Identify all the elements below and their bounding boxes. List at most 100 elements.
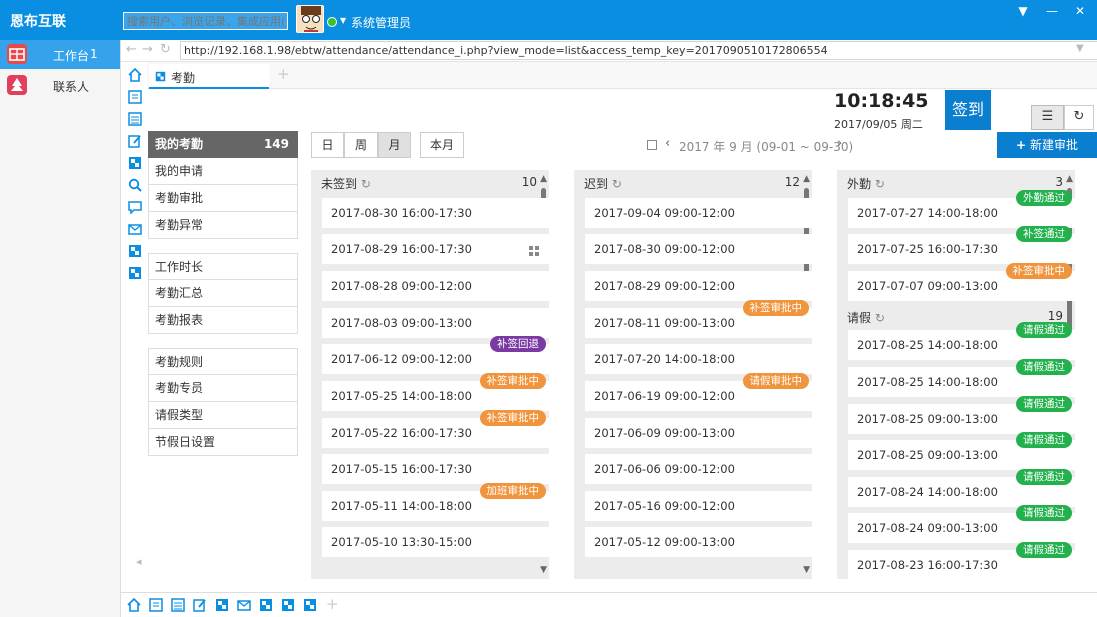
reload-icon[interactable]: ↻ <box>160 42 171 57</box>
period-checkbox[interactable] <box>647 140 657 150</box>
record-card[interactable]: 2017-07-07 09:00-13:00 补签审批中 <box>848 263 1075 301</box>
url-dropdown-icon[interactable]: ▼ <box>1076 43 1084 54</box>
tab-attendance[interactable]: 考勤 <box>149 64 269 89</box>
app-grid-icon[interactable] <box>128 266 142 280</box>
record-card[interactable]: 2017-08-24 09:00-13:00 请假通过 <box>848 505 1075 543</box>
nav-item-label: 联系人 <box>53 80 90 94</box>
status-badge: 补签审批中 <box>1005 263 1072 279</box>
list-icon[interactable] <box>128 112 142 126</box>
chat-icon[interactable] <box>128 200 142 214</box>
scroll-down-icon[interactable]: ▼ <box>540 565 547 575</box>
record-card[interactable]: 2017-08-25 09:00-13:00 请假通过 <box>848 396 1075 434</box>
mail-icon[interactable] <box>237 598 251 612</box>
submenu-my-attendance[interactable]: 我的考勤 149 <box>148 131 298 158</box>
list-icon[interactable] <box>171 598 185 612</box>
record-card[interactable]: 2017-07-25 16:00-17:30 补签通过 <box>848 226 1075 264</box>
nav-item-contacts[interactable]: 联系人 <box>0 71 120 100</box>
record-card[interactable]: 2017-05-16 09:00-12:00 <box>585 491 812 521</box>
list-view-icon[interactable]: ☰ <box>1031 105 1064 130</box>
submenu-holidays[interactable]: 节假日设置 <box>148 429 298 456</box>
record-card[interactable]: 2017-07-27 14:00-18:00 外勤通过 <box>848 190 1075 228</box>
record-card[interactable]: 2017-06-12 09:00-12:00 补签回退 <box>322 336 549 374</box>
record-card[interactable]: 2017-05-11 14:00-18:00 加班审批中 <box>322 483 549 521</box>
app-grid-icon[interactable] <box>128 244 142 258</box>
submenu-my-requests[interactable]: 我的申请 <box>148 158 298 185</box>
record-card[interactable]: 2017-08-25 14:00-18:00 请假通过 <box>848 322 1075 360</box>
record-card[interactable]: 2017-08-30 09:00-12:00 <box>585 234 812 264</box>
mail-icon[interactable] <box>128 222 142 236</box>
document-icon[interactable] <box>128 90 142 104</box>
nav-item-workbench[interactable]: 工作台 1 <box>0 40 120 69</box>
address-bar: ← → ↻ http://192.168.1.98/ebtw/attendanc… <box>121 40 1097 62</box>
app-grid-icon[interactable] <box>281 598 295 612</box>
app-grid-icon[interactable] <box>259 598 273 612</box>
submenu-approvals[interactable]: 考勤审批 <box>148 185 298 212</box>
app-grid-icon[interactable] <box>128 156 142 170</box>
status-badge: 请假通过 <box>1016 396 1072 412</box>
global-search-input[interactable] <box>123 12 288 30</box>
grid-icon[interactable] <box>529 246 539 256</box>
record-card[interactable]: 2017-08-28 09:00-12:00 <box>322 271 549 301</box>
scroll-up-icon[interactable]: ▲ <box>540 174 547 184</box>
record-card[interactable]: 2017-05-12 09:00-13:00 <box>585 527 812 557</box>
submenu-specialist[interactable]: 考勤专员 <box>148 375 298 402</box>
record-card[interactable]: 2017-08-24 14:00-18:00 请假通过 <box>848 469 1075 507</box>
month-view-button[interactable]: 月 <box>378 132 411 158</box>
document-icon[interactable] <box>149 598 163 612</box>
app-grid-icon[interactable] <box>215 598 229 612</box>
prev-period-icon[interactable]: ‹ <box>665 136 670 151</box>
window-menu-icon[interactable]: ▼ <box>1013 3 1033 19</box>
scroll-up-icon[interactable]: ▲ <box>803 174 810 184</box>
submenu-exceptions[interactable]: 考勤异常 <box>148 212 298 239</box>
submenu-report[interactable]: 考勤报表 <box>148 307 298 334</box>
record-card[interactable]: 2017-05-10 13:30-15:00 <box>322 527 549 557</box>
new-approval-button[interactable]: + 新建审批 <box>997 132 1097 158</box>
add-app-button[interactable]: + <box>326 595 339 613</box>
record-card[interactable]: 2017-08-25 14:00-18:00 请假通过 <box>848 359 1075 397</box>
back-icon[interactable]: ← <box>126 42 137 57</box>
record-card[interactable]: 2017-08-25 09:00-13:00 请假通过 <box>848 432 1075 470</box>
record-card[interactable]: 2017-05-25 14:00-18:00 补签审批中 <box>322 373 549 411</box>
this-month-button[interactable]: 本月 <box>420 132 464 158</box>
record-card[interactable]: 2017-09-04 09:00-12:00 <box>585 198 812 228</box>
record-card[interactable]: 2017-08-03 09:00-13:00 <box>322 308 549 338</box>
edit-icon[interactable] <box>193 598 207 612</box>
refresh-icon[interactable]: ↻ <box>1064 105 1094 130</box>
search-icon[interactable] <box>128 178 142 192</box>
week-view-button[interactable]: 周 <box>344 132 378 158</box>
record-card[interactable]: 2017-08-30 16:00-17:30 <box>322 198 549 228</box>
submenu-rules[interactable]: 考勤规则 <box>148 348 298 375</box>
minimize-button[interactable]: — <box>1042 3 1062 19</box>
app-grid-icon[interactable] <box>303 598 317 612</box>
scroll-up-icon[interactable]: ▲ <box>1066 174 1073 184</box>
avatar[interactable] <box>296 5 324 33</box>
close-button[interactable]: ✕ <box>1070 3 1090 19</box>
day-view-button[interactable]: 日 <box>311 132 344 158</box>
forward-icon[interactable]: → <box>142 42 153 57</box>
submenu-leave-types[interactable]: 请假类型 <box>148 402 298 429</box>
add-tab-button[interactable]: + <box>277 65 290 83</box>
sign-in-button[interactable]: 签到 <box>945 90 991 130</box>
scroll-left-icon[interactable]: ◂ <box>136 555 142 568</box>
submenu-work-hours[interactable]: 工作时长 <box>148 253 298 280</box>
submenu-summary[interactable]: 考勤汇总 <box>148 280 298 307</box>
record-card[interactable]: 2017-08-11 09:00-13:00 补签审批中 <box>585 300 812 338</box>
record-card[interactable]: 2017-08-29 16:00-17:30 <box>322 234 549 264</box>
record-card[interactable]: 2017-06-06 09:00-12:00 <box>585 454 812 484</box>
user-name[interactable]: 系统管理员 <box>351 14 411 31</box>
record-card[interactable]: 2017-05-15 16:00-17:30 <box>322 454 549 484</box>
home-icon[interactable] <box>128 68 142 82</box>
record-card[interactable]: 2017-06-09 09:00-13:00 <box>585 418 812 448</box>
url-field[interactable]: http://192.168.1.98/ebtw/attendance/atte… <box>180 41 1097 60</box>
record-card[interactable]: 2017-08-23 16:00-17:30 请假通过 <box>848 542 1075 579</box>
status-dropdown-icon[interactable]: ▼ <box>340 16 346 25</box>
edit-icon[interactable] <box>128 134 142 148</box>
record-card[interactable]: 2017-07-20 14:00-18:00 <box>585 344 812 374</box>
record-card[interactable]: 2017-05-22 16:00-17:30 补签审批中 <box>322 410 549 448</box>
record-card[interactable]: 2017-08-29 09:00-12:00 <box>585 271 812 301</box>
next-period-icon[interactable]: › <box>837 136 842 151</box>
scroll-down-icon[interactable]: ▼ <box>803 565 810 575</box>
record-card[interactable]: 2017-06-19 09:00-12:00 请假审批中 <box>585 373 812 411</box>
column-count: 19 <box>1047 309 1063 323</box>
home-icon[interactable] <box>127 598 141 612</box>
